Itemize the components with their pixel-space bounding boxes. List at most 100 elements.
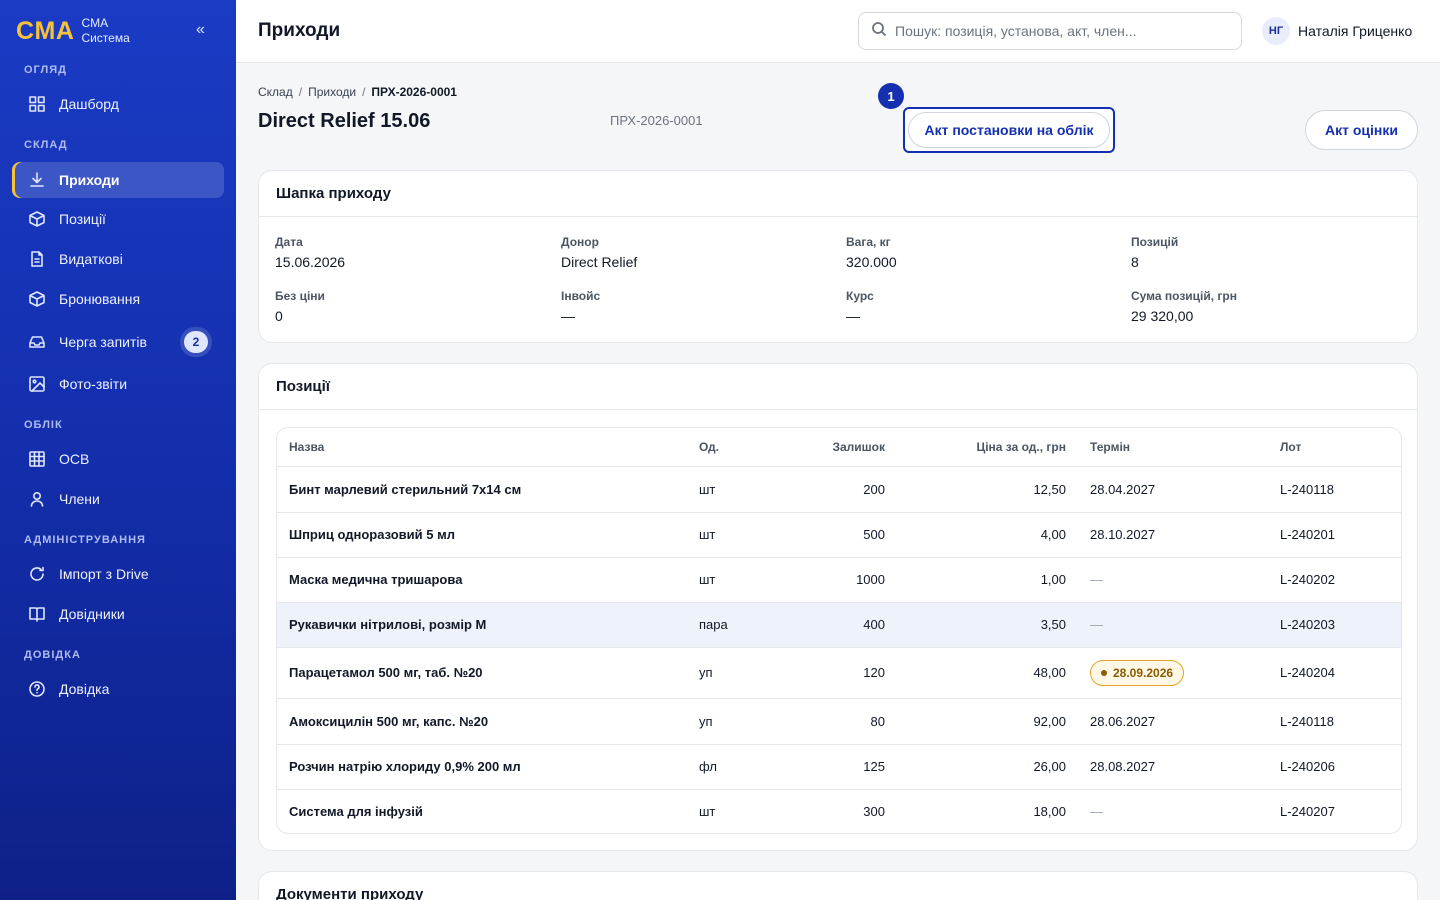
column-header-price[interactable]: Ціна за од., грн (897, 428, 1078, 467)
topbar: Приходи НГ Наталія Гриценко (236, 0, 1440, 63)
table-row[interactable]: Система для інфузій шт 300 18,00 — L-240… (277, 789, 1401, 833)
collapse-sidebar-button[interactable]: « (196, 22, 205, 38)
sidebar-item-label: Черга запитів (59, 334, 147, 350)
table-row[interactable]: Парацетамол 500 мг, таб. №20 уп 120 48,0… (277, 647, 1401, 699)
sidebar-item-dashboard[interactable]: Дашборд (12, 86, 224, 122)
cell-term: — (1090, 804, 1103, 820)
sidebar-item-label: Імпорт з Drive (59, 566, 149, 582)
section-label-overview: ОГЛЯД (24, 64, 67, 76)
brand-line-1: CMA (81, 16, 109, 30)
cell-price: 92,00 (897, 698, 1078, 745)
table-row[interactable]: Шприц одноразовий 5 мл шт 500 4,00 28.10… (277, 512, 1401, 558)
cell-stock: 200 (777, 466, 897, 513)
box-icon (28, 290, 46, 308)
cell-price: 18,00 (1033, 804, 1066, 820)
positions-table: Назва Од. Залишок Ціна за од., грн Термі… (277, 428, 1401, 833)
column-header-lot[interactable]: Лот (1268, 428, 1401, 467)
field-total-sum: Сума позицій, грн 29 320,00 (1131, 289, 1237, 324)
image-icon (28, 375, 46, 393)
cell-name: Амоксицилін 500 мг, капс. №20 (277, 698, 687, 745)
breadcrumb-separator: / (298, 85, 303, 99)
cell-unit: уп (687, 698, 777, 745)
cell-unit: шт (687, 557, 777, 603)
sidebar-item-label: Довідка (59, 681, 110, 697)
sidebar-item-photo-reports[interactable]: Фото-звіти (12, 366, 224, 402)
sidebar-item-receipts[interactable]: Приходи (12, 162, 224, 198)
table-row[interactable]: Амоксицилін 500 мг, капс. №20 уп 80 92,0… (277, 698, 1401, 745)
sidebar-item-expenses[interactable]: Видаткові (12, 241, 224, 277)
sidebar-item-positions[interactable]: Позиції (12, 201, 224, 237)
breadcrumb-separator: / (362, 85, 366, 99)
column-header-name[interactable]: Назва (277, 428, 687, 467)
breadcrumb: Склад / Приходи / ПРХ-2026-0001 (258, 85, 457, 99)
book-icon (28, 605, 46, 623)
document-title: Direct Relief 15.06 (258, 110, 431, 132)
sidebar-item-booking[interactable]: Бронювання (12, 281, 224, 317)
field-no-price: Без ціни 0 (275, 289, 325, 324)
cell-unit: уп (687, 647, 777, 699)
act-registration-label: Акт постановки на облік (908, 112, 1110, 148)
sidebar-item-references[interactable]: Довідники (12, 596, 224, 632)
sidebar-item-members[interactable]: Члени (12, 481, 224, 517)
act-registration-button[interactable]: Акт постановки на облік (903, 107, 1115, 153)
sidebar-item-label: ОСВ (59, 451, 90, 467)
cell-lot: L-240202 (1268, 557, 1401, 603)
sidebar-item-help[interactable]: Довідка (12, 671, 224, 707)
search-input[interactable] (895, 23, 1225, 39)
cell-name: Рукавички нітрилові, розмір M (277, 602, 687, 648)
cell-price: 4,00 (897, 512, 1078, 558)
cell-stock: 120 (777, 647, 897, 699)
cell-term: — (1078, 557, 1268, 603)
column-header-stock[interactable]: Залишок (777, 428, 897, 467)
card-title: Документи приходу (259, 872, 1417, 900)
cell-price: 1,00 (897, 557, 1078, 603)
sidebar-item-import-drive[interactable]: Імпорт з Drive (12, 556, 224, 592)
receipt-header-card: Шапка приходу Дата 15.06.2026 Донор Dire… (258, 170, 1418, 343)
sidebar-item-label: Бронювання (59, 291, 141, 307)
breadcrumb-receipts[interactable]: Приходи (308, 85, 356, 99)
sidebar-item-label: Дашборд (59, 96, 119, 112)
field-label: Сума позицій, грн (1131, 289, 1238, 303)
column-header-term[interactable]: Термін (1078, 428, 1268, 467)
column-header-unit[interactable]: Од. (687, 428, 777, 467)
grid-icon (28, 95, 46, 113)
cell-term: 28.06.2027 (1078, 698, 1268, 745)
table-row[interactable]: Рукавички нітрилові, розмір M пара 400 3… (277, 602, 1401, 648)
sidebar-item-queue[interactable]: Черга запитів 2 (12, 324, 224, 360)
breadcrumb-warehouse[interactable]: Склад (258, 85, 293, 99)
user-menu[interactable]: НГ Наталія Гриценко (1262, 17, 1412, 45)
sidebar-item-osv[interactable]: ОСВ (12, 441, 224, 477)
field-value: — (561, 308, 575, 324)
queue-count-badge: 2 (184, 331, 208, 353)
field-value: 29 320,00 (1131, 308, 1194, 324)
field-positions-count: Позицій 8 (1131, 235, 1178, 270)
cell-unit: пара (687, 602, 777, 648)
field-invoice: Інвойс — (561, 289, 600, 324)
search-box[interactable] (858, 12, 1242, 50)
download-icon (28, 171, 46, 189)
cell-price: 12,50 (897, 466, 1078, 513)
field-value: 0 (275, 308, 283, 324)
search-icon (871, 21, 887, 42)
cell-term: 28.10.2027 (1078, 512, 1268, 558)
field-weight: Вага, кг 320.000 (846, 235, 897, 270)
cell-unit: шт (687, 512, 777, 558)
positions-table-wrap: Назва Од. Залишок Ціна за од., грн Термі… (276, 427, 1402, 834)
cell-name: Маска медична тришарова (277, 557, 687, 603)
table-row[interactable]: Розчин натрію хлориду 0,9% 200 мл фл 125… (277, 744, 1401, 790)
cell-price: 26,00 (897, 744, 1078, 790)
field-value: 15.06.2026 (275, 254, 346, 270)
sidebar-item-label: Довідники (59, 606, 125, 622)
brand-text: CMA Система (81, 16, 129, 46)
table-row[interactable]: Маска медична тришарова шт 1000 1,00 — L… (277, 557, 1401, 603)
field-label: Курс (846, 289, 874, 303)
cell-unit: шт (699, 804, 716, 820)
act-assessment-button[interactable]: Акт оцінки (1305, 110, 1418, 150)
page-title: Приходи (258, 20, 341, 41)
table-row[interactable]: Бинт марлевий стерильний 7х14 см шт 200 … (277, 466, 1401, 513)
brand[interactable]: CMA CMA Система (16, 16, 130, 46)
help-circle-icon (28, 680, 46, 698)
cell-unit: фл (687, 744, 777, 790)
field-value: — (846, 308, 860, 324)
card-title: Позиції (259, 364, 1417, 410)
